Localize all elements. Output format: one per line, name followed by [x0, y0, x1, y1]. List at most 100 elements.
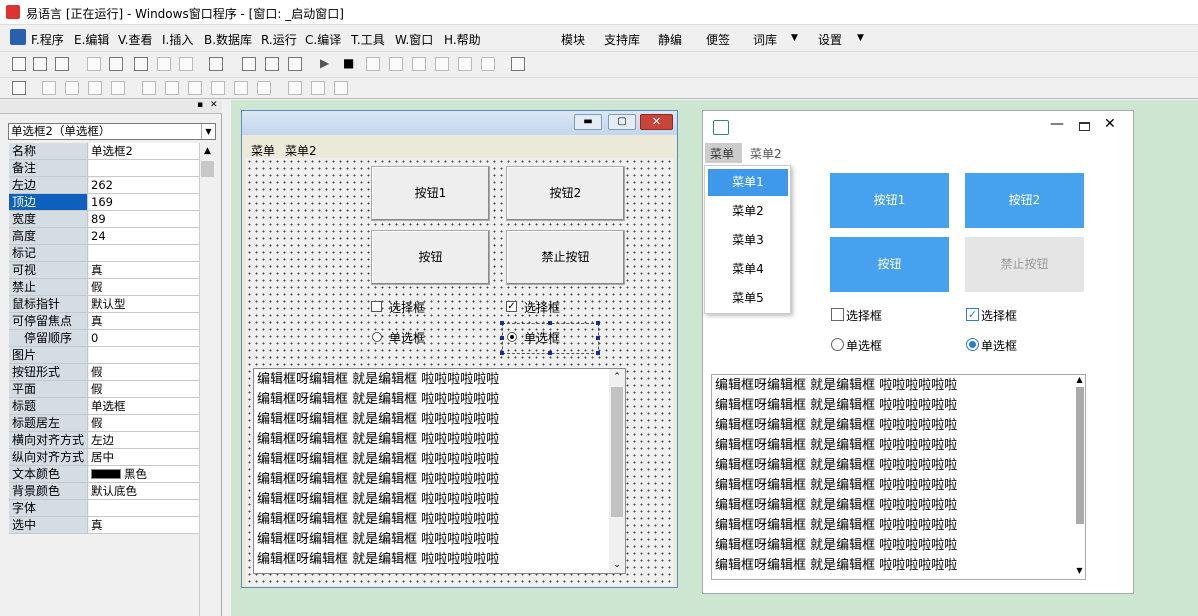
property-row[interactable]: 图片	[9, 347, 199, 364]
property-value[interactable]: 假	[89, 415, 199, 431]
design-button-3[interactable]: 按钮	[371, 230, 490, 285]
property-value[interactable]	[89, 160, 199, 176]
runtime-menu-2[interactable]: 菜单2	[750, 145, 782, 162]
property-row[interactable]: 宽度 89	[9, 211, 199, 228]
property-value[interactable]: 单选框2	[89, 143, 199, 159]
scroll-down-icon[interactable]: ⌄	[609, 557, 625, 573]
size-v-icon[interactable]	[311, 81, 325, 95]
component-selector[interactable]: 单选框2（单选框） ▼	[8, 123, 216, 140]
menu-view[interactable]: V.查看	[118, 31, 152, 48]
property-row[interactable]: 可停留焦点真	[9, 313, 199, 330]
property-value[interactable]: 假	[89, 381, 199, 397]
new-icon[interactable]	[12, 57, 26, 71]
menu-edit[interactable]: E.编辑	[74, 31, 109, 48]
same-width-icon[interactable]	[234, 81, 248, 95]
dropdown-item-1[interactable]: 菜单1	[708, 169, 788, 196]
property-row[interactable]: 禁止假	[9, 279, 199, 296]
menu-program[interactable]: F.程序	[31, 31, 64, 48]
property-row[interactable]: 备注	[9, 160, 199, 177]
property-row[interactable]: 文本颜色 黑色	[9, 466, 199, 483]
step-into-icon[interactable]	[389, 57, 403, 71]
scroll-thumb[interactable]	[611, 387, 623, 517]
design-edit-box[interactable]: 编辑框呀编辑框 就是编辑框 啦啦啦啦啦啦 编辑框呀编辑框 就是编辑框 啦啦啦啦啦啦…	[253, 368, 626, 574]
space-v-icon[interactable]	[165, 81, 179, 95]
selection-handle[interactable]	[548, 321, 552, 325]
property-value[interactable]: 默认底色	[89, 483, 199, 499]
property-row[interactable]: 字体	[9, 500, 199, 517]
property-value[interactable]: 假	[89, 364, 199, 380]
runtime-radio-2[interactable]	[966, 338, 979, 351]
property-value[interactable]: 真	[89, 517, 199, 533]
menu-module[interactable]: 模块	[561, 31, 585, 48]
property-value[interactable]: 假	[89, 279, 199, 295]
copy-icon[interactable]	[109, 57, 123, 71]
chevron-down-icon[interactable]: ▼	[201, 124, 215, 139]
align-top-icon[interactable]	[88, 81, 102, 95]
layout3-icon[interactable]	[288, 57, 302, 71]
property-value[interactable]	[89, 347, 199, 363]
menu-tools[interactable]: T.工具	[351, 31, 385, 48]
menu-lexicon[interactable]: 词库	[753, 31, 777, 48]
lexicon-dropdown-icon[interactable]: ▼	[791, 33, 798, 43]
design-button-2[interactable]: 按钮2	[506, 166, 625, 221]
find-icon[interactable]	[209, 57, 223, 71]
menu-compile[interactable]: C.编译	[305, 31, 341, 48]
property-scrollbar[interactable]: ▲	[199, 143, 215, 616]
panel-close-icon[interactable]: ✕	[210, 100, 218, 110]
align-center-icon[interactable]	[65, 81, 79, 95]
property-value[interactable]: 24	[89, 228, 199, 244]
align-left-icon[interactable]	[42, 81, 56, 95]
redo-icon[interactable]	[157, 57, 171, 71]
runtime-edit-box[interactable]: 编辑框呀编辑框 就是编辑框 啦啦啦啦啦啦 编辑框呀编辑框 就是编辑框 啦啦啦啦啦啦…	[711, 374, 1086, 580]
design-menu-2[interactable]: 菜单2	[285, 142, 317, 159]
property-row[interactable]: 鼠标指针 默认型	[9, 296, 199, 313]
runtime-radio-1[interactable]	[831, 338, 844, 351]
property-value[interactable]: 0	[89, 330, 199, 346]
menu-support-lib[interactable]: 支持库	[604, 31, 640, 48]
step-icon[interactable]	[366, 57, 380, 71]
selection-handle[interactable]	[596, 321, 600, 325]
property-row[interactable]: 顶边 169	[9, 194, 199, 211]
design-radio-1[interactable]	[372, 332, 382, 342]
property-row[interactable]: 标题 单选框	[9, 398, 199, 415]
property-value[interactable]: 真	[89, 262, 199, 278]
property-value[interactable]: 黑色	[89, 466, 199, 482]
property-row[interactable]: 平面假	[9, 381, 199, 398]
design-button-disabled[interactable]: 禁止按钮	[506, 230, 625, 285]
panel-restore-icon[interactable]: ▪	[197, 100, 203, 110]
selection-handle[interactable]	[500, 321, 504, 325]
center-h-icon[interactable]	[188, 81, 202, 95]
scroll-down-icon[interactable]: ▼	[1074, 566, 1085, 578]
property-row[interactable]: 高度 24	[9, 228, 199, 245]
property-row[interactable]: 按钮形式假	[9, 364, 199, 381]
runtime-checkbox-1[interactable]	[831, 308, 844, 321]
property-row[interactable]: 背景颜色 默认底色	[9, 483, 199, 500]
property-value[interactable]: 169	[89, 194, 199, 210]
property-value[interactable]: 单选框	[89, 398, 199, 414]
design-edit-scrollbar[interactable]: ⌃ ⌄	[609, 369, 625, 573]
space-h-icon[interactable]	[142, 81, 156, 95]
dropdown-item-3[interactable]: 菜单3	[708, 227, 788, 254]
selection-handle[interactable]	[596, 351, 600, 355]
menu-settings[interactable]: 设置	[818, 31, 842, 48]
property-row[interactable]: 名称 单选框2	[9, 143, 199, 160]
dropdown-item-4[interactable]: 菜单4	[708, 256, 788, 283]
selection-handle[interactable]	[500, 336, 504, 340]
property-row[interactable]: 标记	[9, 245, 199, 262]
menu-run[interactable]: R.运行	[261, 31, 297, 48]
runtime-close-icon[interactable]: ✕	[1104, 116, 1116, 132]
menu-window[interactable]: W.窗口	[395, 31, 433, 48]
menu-static[interactable]: 静编	[658, 31, 682, 48]
hand-icon[interactable]	[481, 57, 495, 71]
menu-database[interactable]: B.数据库	[204, 31, 252, 48]
selection-handle[interactable]	[548, 351, 552, 355]
property-value[interactable]: 262	[89, 177, 199, 193]
property-row[interactable]: 横向对齐方式 左边	[9, 432, 199, 449]
scroll-up-icon[interactable]: ⌃	[609, 369, 625, 385]
stop-icon[interactable]: ■	[343, 56, 354, 70]
property-value[interactable]: 默认型	[89, 296, 199, 312]
paste-icon[interactable]	[134, 57, 148, 71]
runtime-button-3[interactable]: 按钮	[830, 237, 949, 292]
property-value[interactable]	[89, 500, 199, 516]
settings-dropdown-icon[interactable]: ▼	[857, 33, 864, 43]
